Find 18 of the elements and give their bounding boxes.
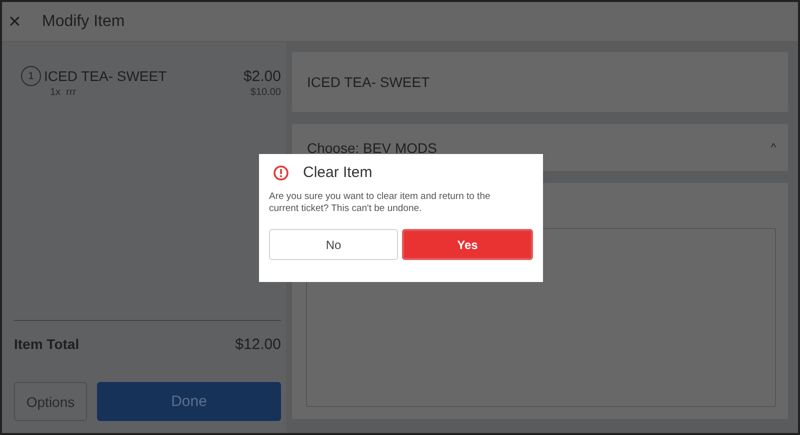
modifier-name: 1x rrr <box>50 87 78 98</box>
item-name: ICED TEA- SWEET <box>44 68 168 84</box>
item-card-title: ICED TEA- SWEET <box>307 74 430 90</box>
total-value: $12.00 <box>235 336 281 355</box>
done-button[interactable]: Done <box>97 382 281 421</box>
close-button[interactable]: ✕ <box>2 12 38 32</box>
page-title: Modify Item <box>42 12 125 30</box>
item-price: $2.00 <box>243 68 281 84</box>
options-button[interactable]: Options <box>14 382 87 421</box>
modifier-group-title: Choose: BEV MODS <box>307 140 437 156</box>
alert-icon <box>273 164 289 180</box>
yes-button[interactable]: Yes <box>402 229 533 260</box>
quantity-badge: 1 <box>21 66 41 86</box>
modifier-price: $10.00 <box>250 87 281 98</box>
caret-icon: ^ <box>770 142 776 154</box>
dialog-message: Are you sure you want to clear item and return to the current ticket? This can't be undone. <box>269 191 492 215</box>
no-button[interactable]: No <box>269 229 398 260</box>
total-label: Item Total <box>14 336 80 354</box>
